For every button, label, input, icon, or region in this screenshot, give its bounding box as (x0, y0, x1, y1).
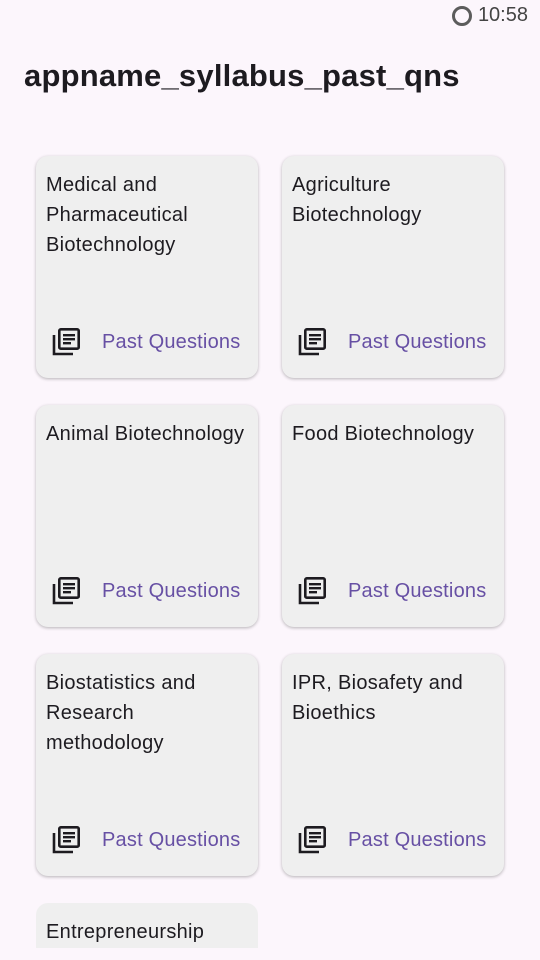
subject-card[interactable]: IPR, Biosafety and Bioethics Past Questi… (282, 654, 504, 876)
library-books-icon (52, 825, 80, 854)
status-indicators: 10:58 (451, 4, 528, 27)
past-questions-button[interactable]: Past Questions (296, 326, 486, 358)
subject-title: Entrepreneurship (46, 921, 205, 943)
library-books-icon (52, 327, 80, 356)
library-books-icon (298, 576, 326, 605)
past-questions-label: Past Questions (348, 330, 487, 353)
library-books-icon (52, 576, 80, 605)
past-questions-button[interactable]: Past Questions (50, 824, 240, 856)
past-questions-label: Past Questions (348, 828, 487, 851)
page-title: appname_syllabus_past_qns (24, 58, 460, 93)
subject-card[interactable]: Animal Biotechnology Past Questions (36, 405, 258, 627)
subject-title: Biostatistics and Research methodology (46, 672, 196, 754)
past-questions-button[interactable]: Past Questions (50, 575, 240, 607)
past-questions-button[interactable]: Past Questions (296, 824, 486, 856)
library-books-icon (298, 327, 326, 356)
subject-title: Food Biotechnology (292, 423, 475, 445)
past-questions-label: Past Questions (102, 579, 241, 602)
past-questions-label: Past Questions (102, 828, 241, 851)
library-books-icon (298, 825, 326, 854)
past-questions-label: Past Questions (348, 579, 487, 602)
subject-card[interactable]: Entrepreneurship (36, 903, 258, 948)
subject-card[interactable]: Food Biotechnology Past Questions (282, 405, 504, 627)
subject-card[interactable]: Agriculture Biotechnology Past Questions (282, 156, 504, 378)
subject-card[interactable]: Biostatistics and Research methodology P… (36, 654, 258, 876)
subject-title: Medical and Pharmaceutical Biotechnology (46, 174, 189, 256)
subject-title: Animal Biotechnology (46, 423, 245, 445)
past-questions-label: Past Questions (102, 330, 241, 353)
status-bar: 10:58 (0, 0, 540, 36)
subject-title: IPR, Biosafety and Bioethics (292, 672, 464, 724)
past-questions-button[interactable]: Past Questions (50, 326, 240, 358)
past-questions-button[interactable]: Past Questions (296, 575, 486, 607)
sync-ring-icon (451, 5, 472, 26)
status-time: 10:58 (477, 4, 528, 26)
subject-card[interactable]: Medical and Pharmaceutical Biotechnology… (36, 156, 258, 378)
subject-title: Agriculture Biotechnology (292, 174, 422, 226)
